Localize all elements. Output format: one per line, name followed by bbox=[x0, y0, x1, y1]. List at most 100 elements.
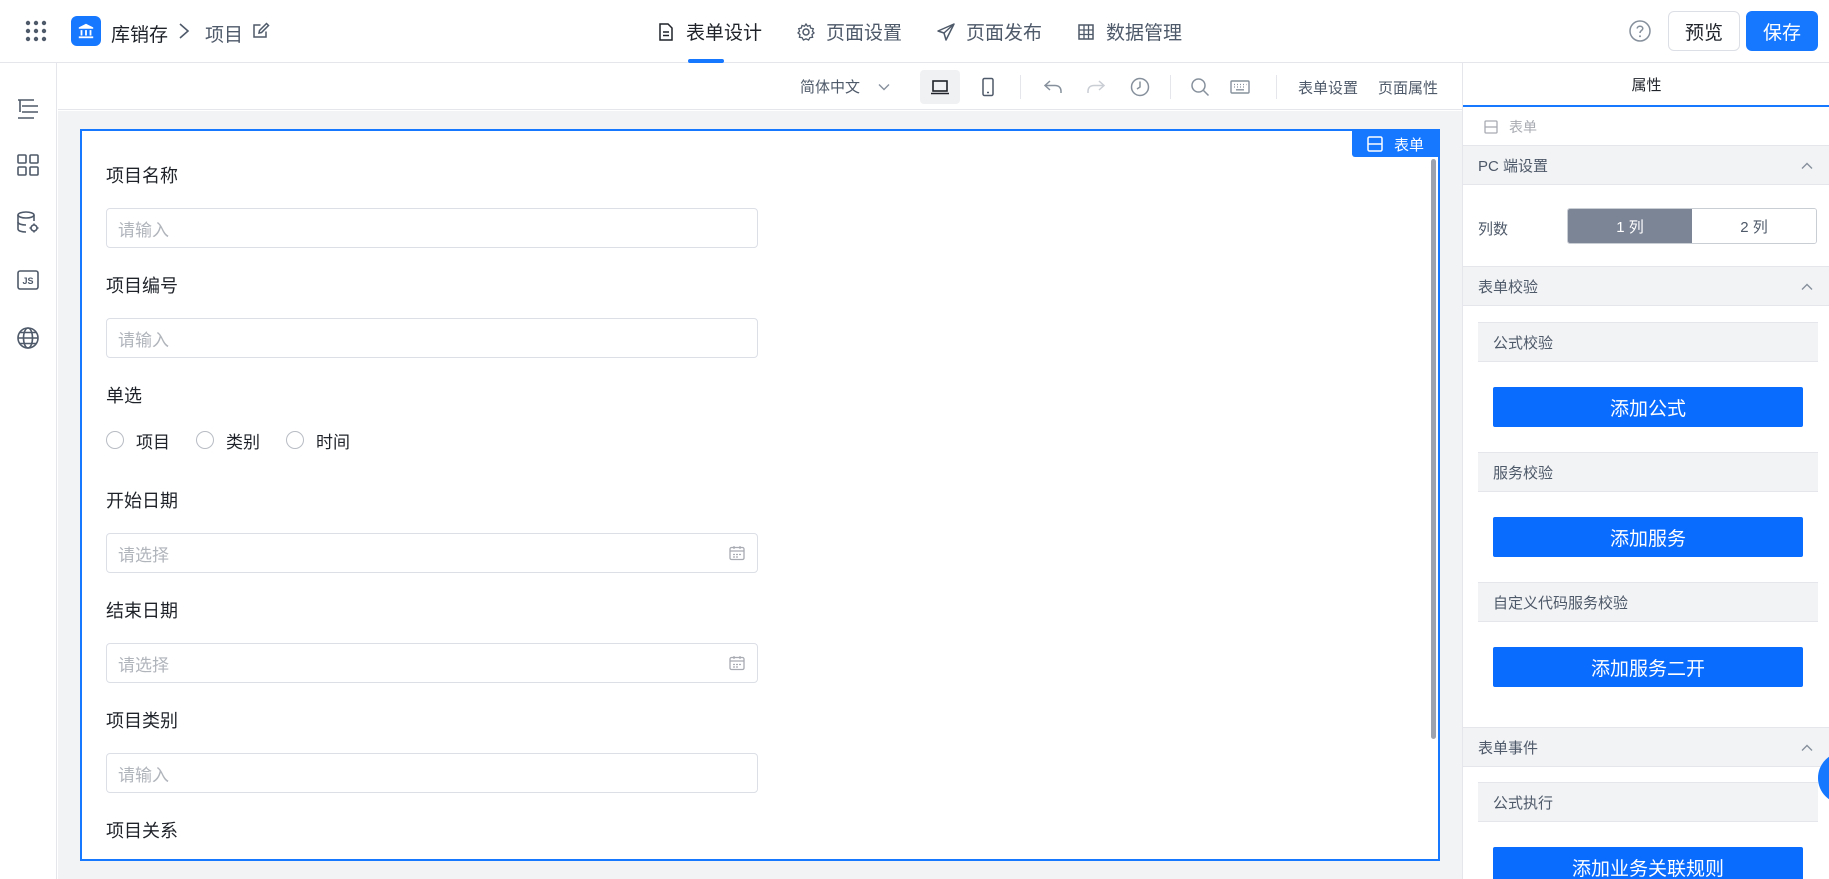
field-label: 单选 bbox=[106, 386, 142, 406]
field-project-category: 项目类别 请输入 bbox=[106, 709, 758, 793]
search-button[interactable] bbox=[1180, 70, 1220, 104]
outline-tree-icon[interactable] bbox=[15, 95, 41, 121]
tab-page-publish[interactable]: 页面发布 bbox=[936, 0, 1042, 63]
input-placeholder: 请输入 bbox=[118, 765, 169, 785]
help-icon[interactable] bbox=[1628, 19, 1652, 43]
app-logo bbox=[71, 16, 101, 46]
radio-option-project[interactable]: 项目 bbox=[106, 428, 170, 453]
subsection-title: 自定义代码服务校验 bbox=[1493, 594, 1629, 612]
project-number-input[interactable]: 请输入 bbox=[106, 318, 758, 358]
form-events-section[interactable]: 表单事件 bbox=[1463, 727, 1829, 767]
language-select[interactable]: 简体中文 bbox=[800, 76, 892, 97]
form-container[interactable]: 表单 项目名称 请输入 项目编号 请输入 单选 项目 类别 时间 开始日期 请选… bbox=[80, 129, 1440, 861]
radio-circle[interactable] bbox=[106, 431, 124, 449]
keyboard-icon bbox=[1230, 80, 1250, 94]
components-grid-icon[interactable] bbox=[15, 152, 41, 178]
form-settings-link[interactable]: 表单设置 bbox=[1298, 77, 1358, 98]
field-label: 项目类别 bbox=[106, 711, 178, 731]
service-validation-header: 服务校验 bbox=[1478, 452, 1818, 492]
clock-icon bbox=[1130, 77, 1150, 97]
radio-label: 时间 bbox=[316, 432, 350, 452]
field-label: 结束日期 bbox=[106, 601, 178, 621]
chevron-up-icon bbox=[1801, 162, 1813, 169]
crumb-label: 表单 bbox=[1509, 119, 1537, 135]
field-label: 项目名称 bbox=[106, 166, 178, 186]
input-placeholder: 请选择 bbox=[118, 655, 169, 675]
section-title: 表单校验 bbox=[1478, 278, 1539, 296]
project-category-input[interactable]: 请输入 bbox=[106, 753, 758, 793]
field-label: 开始日期 bbox=[106, 491, 178, 511]
canvas-toolbar: 简体中文 表单设置 页面属性 bbox=[58, 63, 1462, 110]
radio-option-time[interactable]: 时间 bbox=[286, 428, 350, 453]
tab-properties[interactable]: 属性 bbox=[1463, 63, 1829, 107]
field-project-relation: 项目关系 bbox=[106, 819, 758, 859]
add-service-dev-button[interactable]: 添加服务二开 bbox=[1493, 647, 1803, 687]
edit-icon[interactable] bbox=[251, 21, 271, 41]
globe-icon[interactable] bbox=[15, 325, 41, 351]
history-button[interactable] bbox=[1120, 70, 1160, 104]
add-formula-button[interactable]: 添加公式 bbox=[1493, 387, 1803, 427]
project-name-input[interactable]: 请输入 bbox=[106, 208, 758, 248]
left-rail: JS bbox=[0, 63, 57, 879]
pc-settings-section[interactable]: PC 端设置 bbox=[1463, 145, 1829, 185]
form-selection-tag[interactable]: 表单 bbox=[1352, 131, 1438, 157]
properties-panel: 属性 表单 PC 端设置 列数 1 列 2 列 表单校验 公式校验 添加公式 服… bbox=[1462, 63, 1829, 879]
js-code-icon[interactable]: JS bbox=[15, 267, 41, 293]
columns-option-2[interactable]: 2 列 bbox=[1692, 209, 1816, 243]
form-scrollbar[interactable] bbox=[1431, 159, 1436, 739]
chevron-up-icon bbox=[1801, 744, 1813, 751]
form-icon bbox=[1484, 120, 1498, 134]
columns-option-1[interactable]: 1 列 bbox=[1568, 209, 1692, 243]
save-button[interactable]: 保存 bbox=[1746, 11, 1818, 51]
data-source-icon[interactable] bbox=[15, 210, 41, 236]
formula-validation-header: 公式校验 bbox=[1478, 322, 1818, 362]
field-label: 项目编号 bbox=[106, 276, 178, 296]
mobile-view-button[interactable] bbox=[968, 70, 1008, 104]
chevron-right-icon bbox=[176, 21, 192, 41]
tab-label: 属性 bbox=[1631, 76, 1662, 94]
custom-validation-header: 自定义代码服务校验 bbox=[1478, 582, 1818, 622]
desktop-view-button[interactable] bbox=[920, 70, 960, 104]
radio-circle[interactable] bbox=[286, 431, 304, 449]
tab-data-management[interactable]: 数据管理 bbox=[1076, 0, 1182, 63]
subsection-title: 公式校验 bbox=[1493, 334, 1554, 352]
preview-button[interactable]: 预览 bbox=[1668, 11, 1740, 51]
section-title: PC 端设置 bbox=[1478, 157, 1549, 175]
field-end-date: 结束日期 请选择 bbox=[106, 599, 758, 683]
document-icon bbox=[659, 22, 673, 41]
radio-group: 项目 类别 时间 bbox=[106, 428, 758, 452]
redo-icon bbox=[1087, 80, 1106, 93]
toolbar-divider bbox=[1276, 75, 1277, 99]
phone-icon bbox=[982, 77, 994, 97]
tab-page-settings[interactable]: 页面设置 bbox=[796, 0, 902, 63]
page-properties-link[interactable]: 页面属性 bbox=[1378, 77, 1438, 98]
tab-label: 页面发布 bbox=[966, 23, 1043, 44]
end-date-picker[interactable]: 请选择 bbox=[106, 643, 758, 683]
form-validation-section[interactable]: 表单校验 bbox=[1463, 266, 1829, 306]
shortcuts-button[interactable] bbox=[1220, 70, 1260, 104]
subsection-title: 服务校验 bbox=[1493, 464, 1554, 482]
start-date-picker[interactable]: 请选择 bbox=[106, 533, 758, 573]
section-title: 表单事件 bbox=[1478, 739, 1539, 757]
field-start-date: 开始日期 请选择 bbox=[106, 489, 758, 573]
table-icon bbox=[1078, 23, 1094, 40]
chevron-down-icon bbox=[878, 83, 890, 90]
app-name[interactable]: 库销存 bbox=[111, 20, 168, 47]
breadcrumb-page: 项目 bbox=[205, 25, 244, 46]
formula-execution-header: 公式执行 bbox=[1478, 782, 1818, 822]
undo-icon bbox=[1043, 80, 1062, 93]
radio-circle[interactable] bbox=[196, 431, 214, 449]
undo-button[interactable] bbox=[1033, 70, 1073, 104]
language-value: 简体中文 bbox=[800, 79, 861, 96]
add-rule-button[interactable]: 添加业务关联规则 bbox=[1493, 847, 1803, 879]
radio-label: 项目 bbox=[136, 432, 170, 452]
apps-grid-icon[interactable] bbox=[24, 19, 48, 43]
gear-icon bbox=[797, 22, 815, 41]
add-service-button[interactable]: 添加服务 bbox=[1493, 517, 1803, 557]
redo-button[interactable] bbox=[1076, 70, 1116, 104]
radio-label: 类别 bbox=[226, 432, 260, 452]
tab-form-design[interactable]: 表单设计 bbox=[656, 0, 762, 63]
input-placeholder: 请输入 bbox=[118, 330, 169, 350]
svg-text:JS: JS bbox=[22, 276, 33, 286]
radio-option-category[interactable]: 类别 bbox=[196, 428, 260, 453]
